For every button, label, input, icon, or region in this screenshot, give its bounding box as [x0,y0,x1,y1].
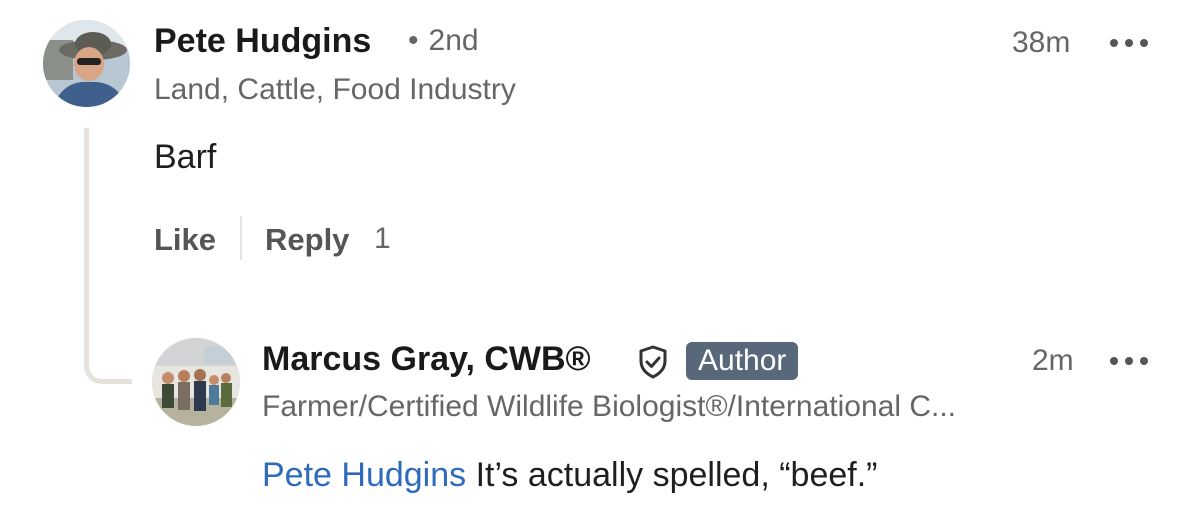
connection-degree: • 2nd [408,24,479,58]
avatar[interactable] [152,338,240,426]
reply-count[interactable]: 1 [374,222,391,256]
thread-connector-line [84,128,132,384]
degree-label: 2nd [428,24,479,57]
reply-author-headline: Farmer/Certified Wildlife Biologist®/Int… [262,390,957,423]
reply-text: Pete Hudgins It’s actually spelled, “bee… [262,456,878,495]
more-horizontal-icon[interactable] [1110,37,1148,49]
comment-author-headline: Land, Cattle, Food Industry [154,73,516,106]
author-badge: Author [686,342,799,380]
reply-button[interactable]: Reply [265,222,349,258]
verified-shield-icon [639,345,667,379]
action-divider [240,216,242,260]
more-horizontal-icon[interactable] [1110,355,1148,367]
reply-timestamp: 2m [1032,344,1074,377]
like-button[interactable]: Like [154,222,216,258]
degree-separator: • [408,24,419,57]
comment-text: Barf [154,138,217,176]
mention-link[interactable]: Pete Hudgins [262,456,466,494]
reply-author-name[interactable]: Marcus Gray, CWB® [262,340,591,379]
reply-text-body: It’s actually spelled, “beef.” [466,456,878,494]
avatar[interactable] [43,20,130,107]
comment-author-name[interactable]: Pete Hudgins [154,22,371,61]
comment-timestamp: 38m [1012,26,1071,59]
